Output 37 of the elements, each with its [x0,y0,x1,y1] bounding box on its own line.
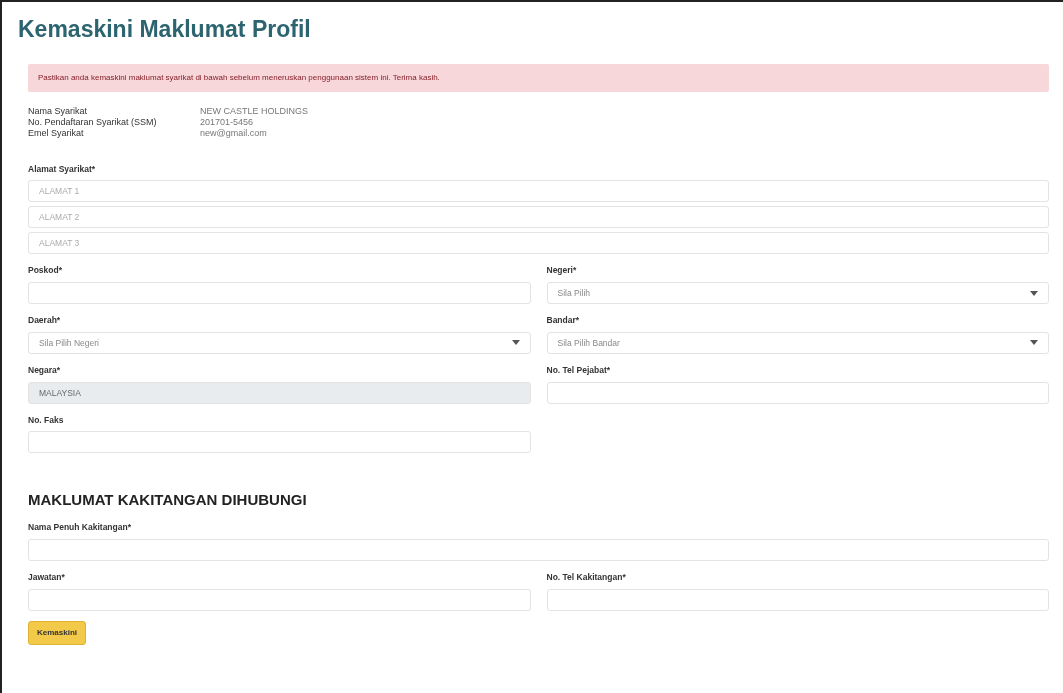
input-field[interactable]: ALAMAT 1 [28,180,1049,203]
field-label: Negara* [28,363,62,377]
dropdown-field[interactable]: Sila Pilih [546,282,1049,305]
disabled-field: MALAYSIA [28,381,531,404]
input-field[interactable] [28,282,531,305]
info-value: 201701-5456 [200,116,254,128]
caret-icon [511,340,520,346]
input-field[interactable] [28,539,1049,562]
field-label: No. Tel Kakitangan* [546,571,627,584]
input-field[interactable]: ALAMAT 3 [28,232,1049,255]
field-label: No. Tel Pejabat* [546,363,612,377]
field-label: Poskod* [28,264,63,278]
info-label: Emel Syarikat [28,127,85,139]
input-field[interactable] [546,381,1049,404]
field-label: Negeri* [546,264,578,278]
dropdown-field[interactable]: Sila Pilih Bandar [546,331,1049,354]
page-title: Kemaskini Maklumat Profil [18,16,312,44]
input-field[interactable] [28,431,531,454]
info-value: NEW CASTLE HOLDINGS [200,105,309,117]
input-field[interactable]: ALAMAT 2 [28,206,1049,229]
info-label: Nama Syarikat [28,105,89,117]
caret-icon [1030,340,1038,346]
field-label: Nama Penuh Kakitangan* [28,521,132,535]
input-field[interactable] [28,588,531,611]
section-heading: MAKLUMAT KAKITANGAN DIHUBUNGI [28,491,308,510]
info-value: new@gmail.com [200,127,267,139]
field-label: Alamat Syarikat* [28,162,97,176]
caret-icon [1030,290,1038,296]
info-label: No. Pendaftaran Syarikat (SSM) [28,116,158,128]
save-button[interactable]: Kemaskini [28,620,87,645]
input-field[interactable] [546,588,1049,611]
alert-message: Pastikan anda kemaskini maklumat syarikat di bawah sebelum meneruskan penggunaan sistem ini. Terima kasih. [28,63,1049,92]
dropdown-field[interactable]: Sila Pilih Negeri [28,331,531,354]
field-label: Daerah* [28,314,62,327]
field-label: Bandar* [546,314,581,327]
field-label: Jawatan* [28,571,66,584]
field-label: No. Faks [28,413,65,427]
